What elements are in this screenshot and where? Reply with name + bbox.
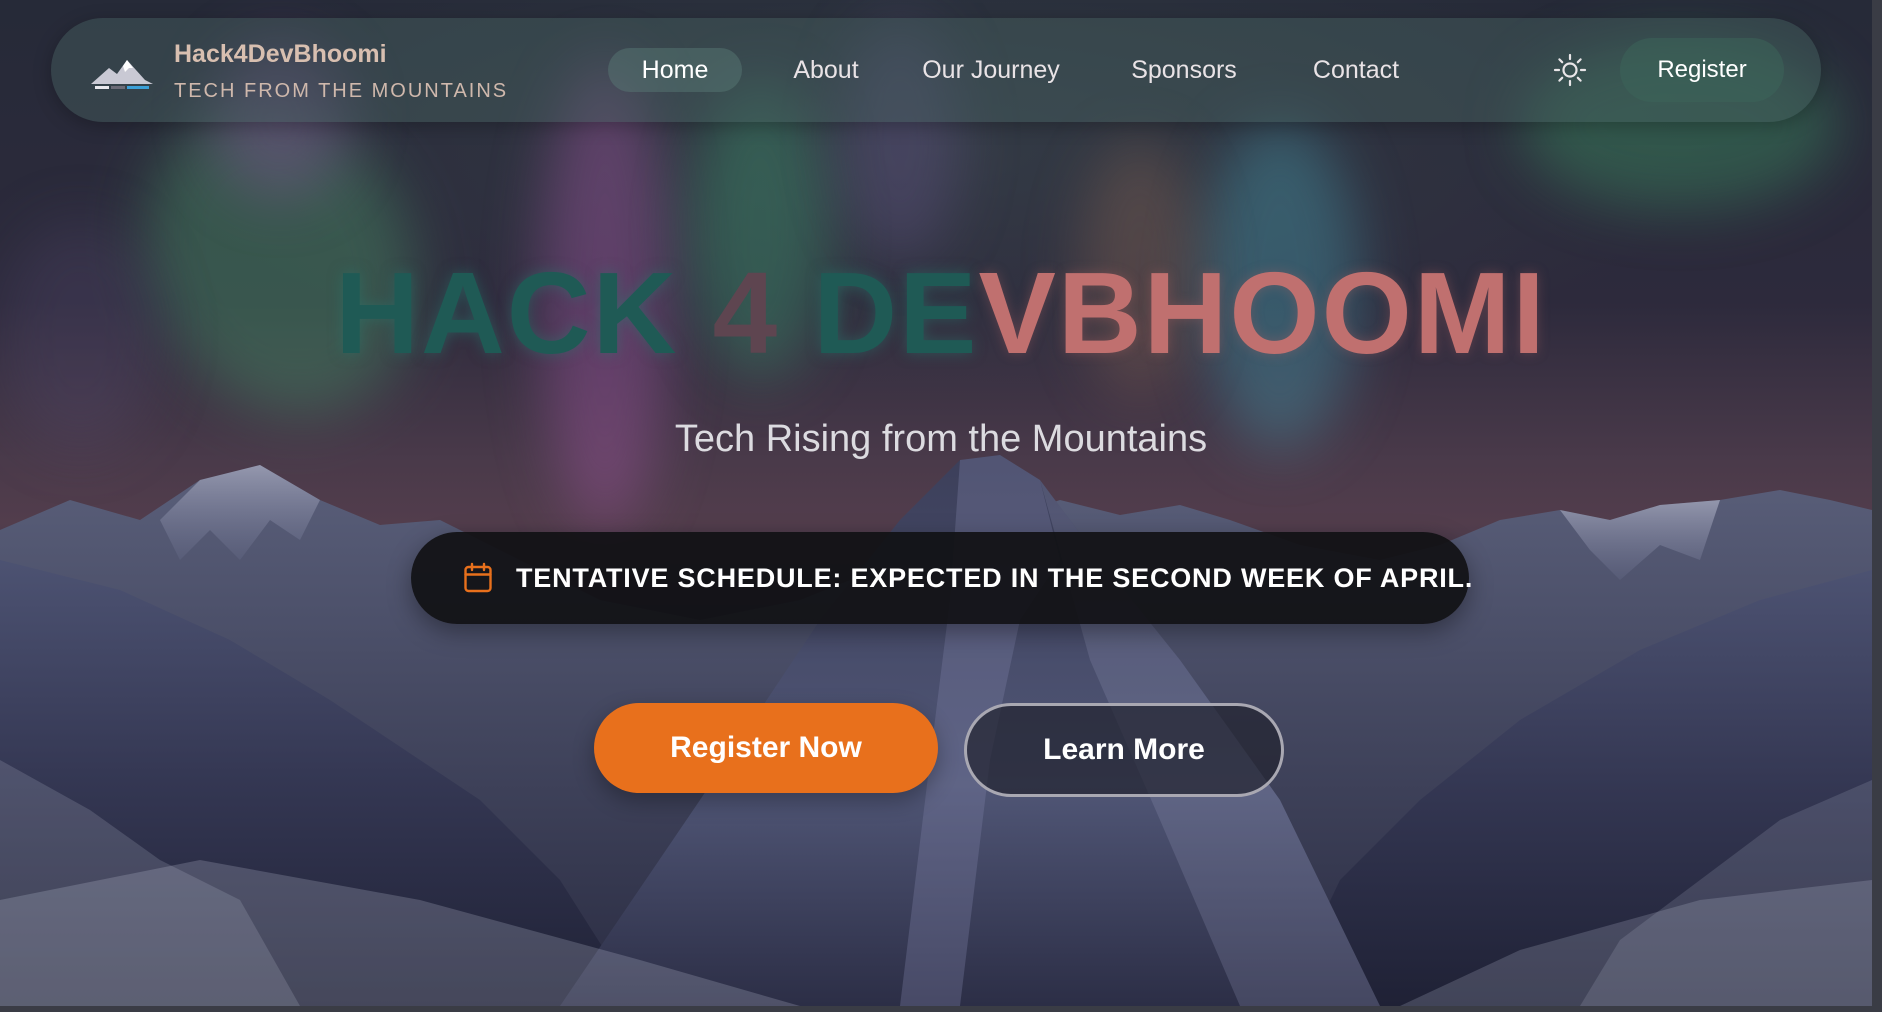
register-button[interactable]: Register [1620,38,1784,102]
hero-title-part: DE [813,248,979,378]
sun-icon[interactable] [1552,52,1588,88]
schedule-text: TENTATIVE SCHEDULE: EXPECTED IN THE SECO… [516,563,1474,593]
hero-background [0,0,1872,1006]
mountain-logo-icon[interactable] [87,48,157,96]
top-navigation-bar: Hack4DevBhoomi TECH FROM THE MOUNTAINS H… [51,18,1821,122]
calendar-icon [463,562,493,594]
hero-title-part: VBHOOMI [978,248,1547,378]
mountain-range-illustration [0,455,1872,1006]
nav-link-about[interactable]: About [771,48,881,92]
hero-title-part: 4 [712,248,780,378]
nav-link-contact[interactable]: Contact [1301,48,1411,92]
nav-link-our-journey[interactable]: Our Journey [911,48,1071,92]
window-frame [1872,0,1882,1012]
hero-title-part: HACK [335,248,679,378]
brand-tagline: TECH FROM THE MOUNTAINS [174,80,509,102]
window-frame [0,1006,1882,1012]
register-now-button[interactable]: Register Now [594,703,938,793]
hero-title: HACK 4 DEVBHOOMI [0,255,1882,371]
nav-link-home[interactable]: Home [608,48,742,92]
hero-subtitle: Tech Rising from the Mountains [674,418,1208,460]
learn-more-button[interactable]: Learn More [964,703,1284,797]
brand-name[interactable]: Hack4DevBhoomi [174,40,387,69]
nav-link-sponsors[interactable]: Sponsors [1119,48,1249,92]
schedule-banner: TENTATIVE SCHEDULE: EXPECTED IN THE SECO… [411,532,1472,624]
